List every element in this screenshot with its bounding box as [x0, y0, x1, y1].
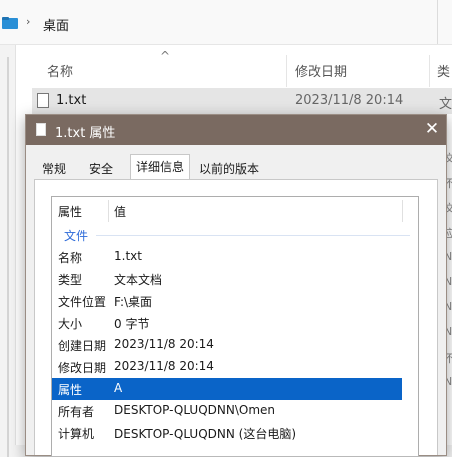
- column-type[interactable]: 类: [437, 61, 450, 80]
- property-name: 计算机: [58, 427, 95, 441]
- property-row[interactable]: 创建日期 2023/11/8 20:14: [52, 334, 418, 356]
- property-value: F:\桌面: [114, 295, 153, 309]
- property-name: 创建日期: [58, 339, 107, 353]
- column-separator[interactable]: [108, 200, 109, 222]
- group-divider: [96, 235, 410, 236]
- header-value[interactable]: 值: [114, 203, 126, 220]
- text-file-icon: [36, 123, 46, 136]
- property-name: 属性: [58, 383, 83, 397]
- tab-security[interactable]: 安全: [81, 158, 121, 180]
- property-name: 修改日期: [58, 361, 107, 375]
- property-value: 文本文档: [114, 273, 163, 287]
- property-row[interactable]: 所有者 DESKTOP-QLUQDNN\Omen: [52, 400, 418, 422]
- property-value: 2023/11/8 20:14: [114, 337, 214, 351]
- property-name: 文件位置: [58, 295, 107, 309]
- file-modified: 2023/11/8 20:14: [295, 93, 404, 108]
- column-name[interactable]: 名称: [47, 61, 73, 80]
- property-name: 类型: [58, 273, 83, 287]
- close-button[interactable]: ✕: [422, 118, 442, 140]
- property-value: 1.txt: [114, 249, 142, 263]
- property-row-selected[interactable]: 属性 A: [52, 378, 402, 400]
- property-row[interactable]: 计算机 DESKTOP-QLUQDNN (这台电脑): [52, 422, 418, 444]
- column-header: ^ 名称 修改日期 类: [16, 45, 452, 90]
- divider: [437, 0, 438, 44]
- property-row[interactable]: 名称 1.txt: [52, 246, 418, 268]
- property-value: 2023/11/8 20:14: [114, 359, 214, 373]
- property-row[interactable]: 修改日期 2023/11/8 20:14: [52, 356, 418, 378]
- chevron-right-icon: ›: [26, 15, 31, 28]
- properties-dialog: 1.txt 属性 ✕ 常规 安全 详细信息 以前的版本 属性 值 文件 名称 1…: [25, 114, 447, 456]
- file-type: 文: [439, 97, 452, 112]
- folder-icon: [2, 17, 18, 29]
- property-value: 0 字节: [114, 317, 150, 331]
- group-label: 文件: [64, 229, 89, 243]
- column-separator[interactable]: [286, 55, 287, 87]
- dialog-title: 1.txt 属性: [55, 126, 116, 141]
- file-name: 1.txt: [56, 93, 87, 108]
- property-row[interactable]: 大小 0 字节: [52, 312, 418, 334]
- property-list-header: 属性 值: [52, 197, 418, 225]
- property-name: 大小: [58, 317, 83, 331]
- navigation-pane: [0, 45, 16, 457]
- address-bar: › 桌面: [0, 0, 452, 45]
- dialog-titlebar[interactable]: 1.txt 属性 ✕: [26, 115, 446, 145]
- property-value: DESKTOP-QLUQDNN (这台电脑): [114, 427, 297, 441]
- group-header-file: 文件: [52, 225, 418, 245]
- property-value: A: [114, 381, 123, 395]
- column-modified[interactable]: 修改日期: [295, 61, 347, 80]
- property-list[interactable]: 属性 值 文件 名称 1.txt 类型 文本文档 文件位置 F:\桌面 大小 0…: [51, 196, 419, 456]
- property-name: 名称: [58, 251, 83, 265]
- details-panel: 属性 值 文件 名称 1.txt 类型 文本文档 文件位置 F:\桌面 大小 0…: [34, 179, 438, 456]
- navigation-scrollbar[interactable]: [7, 57, 9, 457]
- breadcrumb[interactable]: 桌面: [43, 15, 69, 34]
- column-separator[interactable]: [402, 200, 403, 222]
- tab-previous-versions[interactable]: 以前的版本: [194, 158, 264, 180]
- text-file-icon: [37, 93, 49, 108]
- property-value: DESKTOP-QLUQDNN\Omen: [114, 403, 276, 417]
- sort-up-icon: ^: [160, 49, 171, 63]
- tab-general[interactable]: 常规: [34, 158, 74, 180]
- property-row[interactable]: 类型 文本文档: [52, 268, 418, 290]
- property-row[interactable]: 文件位置 F:\桌面: [52, 290, 418, 312]
- header-property[interactable]: 属性: [58, 203, 82, 220]
- property-name: 所有者: [58, 405, 95, 419]
- tab-details[interactable]: 详细信息: [130, 154, 190, 180]
- file-row[interactable]: 1.txt 2023/11/8 20:14 文: [32, 88, 452, 114]
- column-separator[interactable]: [429, 55, 430, 87]
